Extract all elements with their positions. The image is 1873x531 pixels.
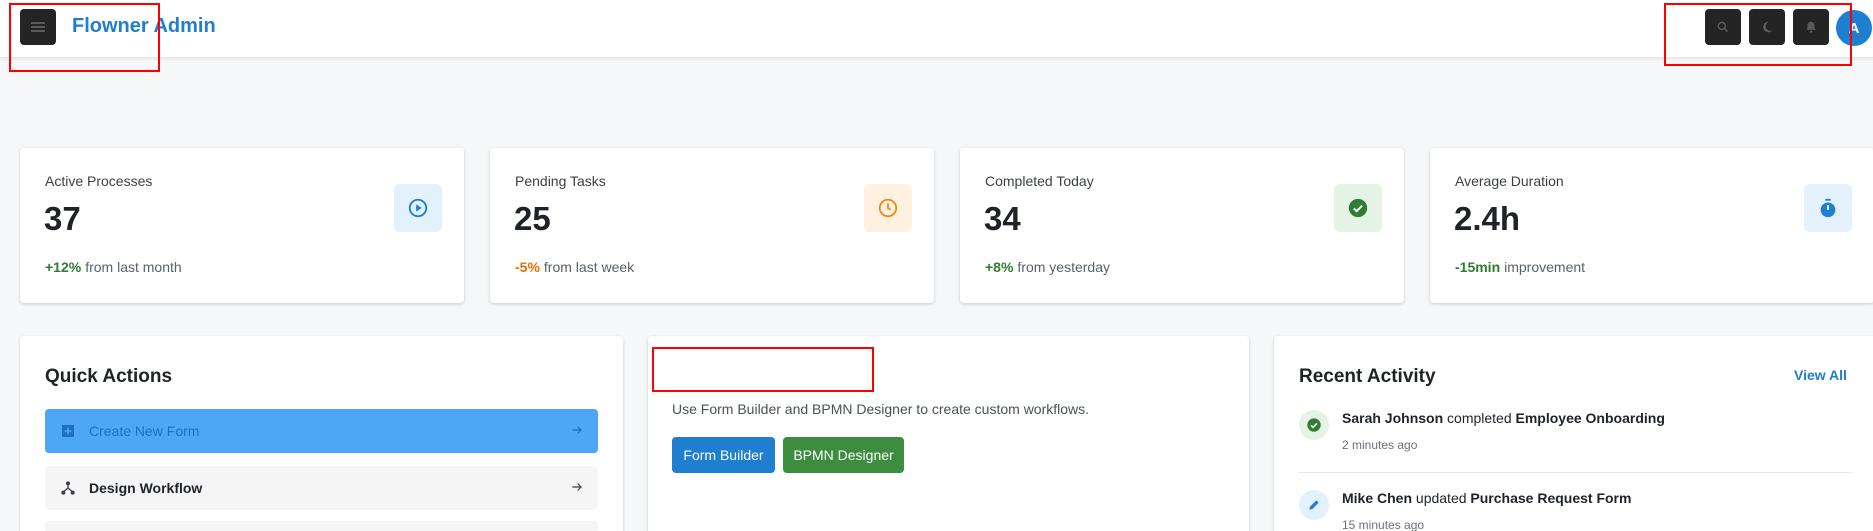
stat-label: Pending Tasks xyxy=(515,173,606,189)
quick-action-item[interactable] xyxy=(45,521,598,531)
stat-card-completed-today: Completed Today 34 +8% from yesterday xyxy=(960,148,1404,303)
activity-user: Mike Chen xyxy=(1342,490,1413,506)
timer-icon xyxy=(1820,198,1836,218)
activity-user: Sarah Johnson xyxy=(1342,410,1444,426)
activity-time: 2 minutes ago xyxy=(1342,438,1418,452)
activity-divider xyxy=(1299,472,1852,473)
stat-trend-text: from yesterday xyxy=(1017,259,1111,275)
quick-actions-title: Quick Actions xyxy=(45,366,173,387)
arrow-right-icon xyxy=(570,423,584,440)
stat-label: Average Duration xyxy=(1455,173,1564,189)
stat-trend-text: from last month xyxy=(85,259,182,275)
workflow-icon xyxy=(59,479,77,497)
stat-trend: +8% from yesterday xyxy=(985,259,1110,275)
arrow-right-icon xyxy=(570,480,584,497)
edit-icon xyxy=(1309,500,1319,510)
activity-status-icon xyxy=(1299,410,1329,440)
stat-trend-text: from last week xyxy=(543,259,635,275)
stat-value: 25 xyxy=(514,200,551,237)
stat-trend: -15min improvement xyxy=(1455,259,1585,275)
stat-trend-text: improvement xyxy=(1504,259,1586,275)
stat-delta: +12% xyxy=(45,259,82,275)
top-app-bar: Flowner Admin A xyxy=(0,0,1873,58)
stat-card-active-processes: Active Processes 37 +12% from last month xyxy=(20,148,464,303)
form-builder-button[interactable]: Form Builder xyxy=(672,437,775,473)
check-circle-icon xyxy=(1348,198,1368,218)
activity-target: Employee Onboarding xyxy=(1515,410,1665,426)
stat-value: 37 xyxy=(44,200,81,237)
annotation-box xyxy=(652,347,874,392)
activity-target: Purchase Request Form xyxy=(1470,490,1632,506)
recent-activity-panel: Recent Activity View All Sarah Johnson c… xyxy=(1274,336,1873,531)
builder-description: Use Form Builder and BPMN Designer to cr… xyxy=(672,401,1090,417)
stat-value: 34 xyxy=(984,200,1021,237)
play-circle-icon xyxy=(408,198,428,218)
design-workflow-label: Design Workflow xyxy=(89,480,203,496)
add-box-icon xyxy=(59,422,77,440)
bpmn-designer-button[interactable]: BPMN Designer xyxy=(783,437,904,473)
stat-icon-tile xyxy=(864,184,912,232)
stat-delta: -5% xyxy=(515,259,540,275)
recent-activity-title: Recent Activity xyxy=(1299,366,1436,387)
stat-value: 2.4h xyxy=(1454,200,1521,237)
design-workflow-button[interactable]: Design Workflow xyxy=(45,466,598,510)
stat-icon-tile xyxy=(1804,184,1852,232)
annotation-box xyxy=(9,3,160,72)
view-all-link[interactable]: View All xyxy=(1794,367,1847,383)
activity-text: Sarah Johnson completed Employee Onboard… xyxy=(1342,410,1665,426)
check-circle-icon xyxy=(1307,418,1321,432)
activity-action: completed xyxy=(1447,410,1512,426)
stat-delta: +8% xyxy=(985,259,1014,275)
activity-action: updated xyxy=(1415,490,1467,506)
stat-card-pending-tasks: Pending Tasks 25 -5% from last week xyxy=(490,148,934,303)
annotation-box xyxy=(1664,3,1852,66)
stat-label: Active Processes xyxy=(45,173,153,189)
quick-actions-panel: Quick Actions Create New Form Design Wor… xyxy=(20,336,623,531)
stat-trend: +12% from last month xyxy=(45,259,182,275)
activity-time: 15 minutes ago xyxy=(1342,518,1425,531)
activity-text: Mike Chen updated Purchase Request Form xyxy=(1342,490,1631,506)
clock-icon xyxy=(878,198,898,218)
create-new-form-label: Create New Form xyxy=(89,423,200,439)
stat-icon-tile xyxy=(394,184,442,232)
create-new-form-button[interactable]: Create New Form xyxy=(45,409,598,453)
stat-label: Completed Today xyxy=(985,173,1094,189)
stat-delta: -15min xyxy=(1455,259,1501,275)
stat-card-average-duration: Average Duration 2.4h -15min improvement xyxy=(1430,148,1873,303)
stat-icon-tile xyxy=(1334,184,1382,232)
activity-status-icon xyxy=(1299,490,1329,520)
stat-trend: -5% from last week xyxy=(515,259,634,275)
